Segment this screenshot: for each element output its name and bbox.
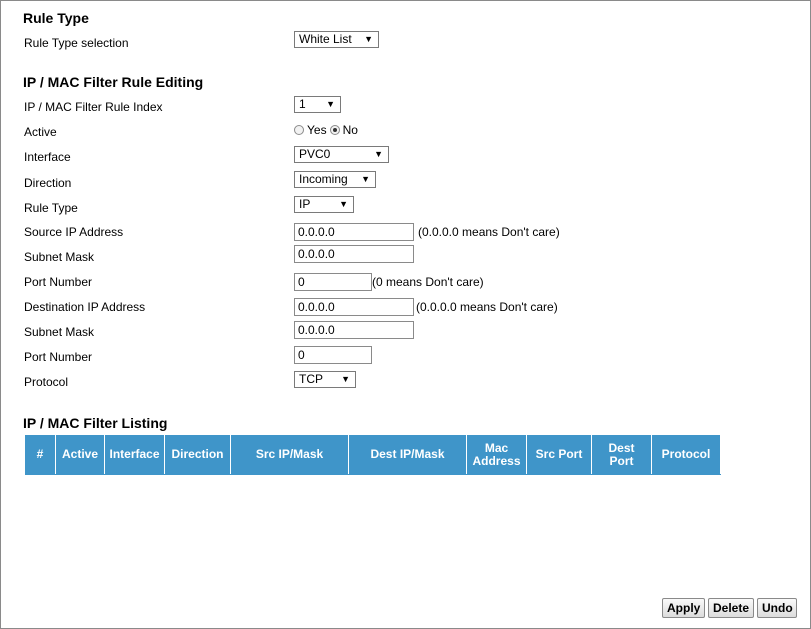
column-header-line2: Port — [609, 453, 634, 468]
interface-dropdown[interactable]: PVC0 ▼ — [294, 146, 389, 163]
column-header-line1: Dest — [608, 440, 635, 455]
active-yes-label: Yes — [307, 123, 327, 137]
column-header-line1: # — [36, 447, 44, 461]
source-subnet-mask-input[interactable] — [294, 245, 414, 263]
column-header-line1: Active — [61, 447, 99, 461]
destination-port-label: Port Number — [24, 350, 93, 364]
active-yes-radio[interactable] — [294, 125, 304, 135]
column-header-line1: Dest IP/Mask — [370, 447, 445, 461]
source-ip-input[interactable] — [294, 223, 414, 241]
destination-ip-input[interactable] — [294, 298, 414, 316]
column-header-line1: Mac — [484, 440, 509, 455]
column-header: Interface — [104, 435, 165, 474]
protocol-label: Protocol — [24, 375, 69, 389]
rule-type-dropdown[interactable]: IP ▼ — [294, 196, 354, 213]
undo-button[interactable]: Undo — [757, 598, 797, 618]
filter-listing-title: IP / MAC Filter Listing — [23, 415, 168, 431]
delete-button[interactable]: Delete — [708, 598, 754, 618]
active-no-radio[interactable] — [329, 125, 340, 135]
chevron-down-icon: ▼ — [326, 99, 335, 109]
column-header: Dest Port — [591, 435, 652, 474]
column-header: Src Port — [526, 435, 592, 474]
column-header-line1: Interface — [109, 447, 160, 461]
protocol-value: TCP — [299, 372, 323, 386]
rule-type-selection-dropdown[interactable]: White List ▼ — [294, 31, 379, 48]
column-header: Src IP/Mask — [230, 435, 349, 474]
interface-label: Interface — [24, 150, 71, 164]
rule-editing-title: IP / MAC Filter Rule Editing — [23, 74, 204, 90]
column-header: Active — [55, 435, 105, 474]
source-port-hint: (0 means Don't care) — [372, 275, 484, 289]
chevron-down-icon: ▼ — [364, 34, 373, 44]
destination-port-input[interactable] — [294, 346, 372, 364]
source-port-input[interactable] — [294, 273, 372, 291]
column-header-line1: Src IP/Mask — [255, 447, 324, 461]
source-ip-hint: (0.0.0.0 means Don't care) — [418, 225, 560, 239]
protocol-dropdown[interactable]: TCP ▼ — [294, 371, 356, 388]
rule-index-value: 1 — [299, 97, 306, 111]
page-frame: Rule Type Rule Type selection White List… — [0, 0, 811, 629]
source-subnet-mask-label: Subnet Mask — [24, 250, 95, 264]
apply-button[interactable]: Apply — [662, 598, 705, 618]
column-header: Protocol — [651, 435, 721, 474]
rule-type-selection-label: Rule Type selection — [24, 36, 129, 50]
rule-index-dropdown[interactable]: 1 ▼ — [294, 96, 341, 113]
destination-ip-hint: (0.0.0.0 means Don't care) — [416, 300, 558, 314]
direction-dropdown[interactable]: Incoming ▼ — [294, 171, 376, 188]
rule-type-value: IP — [299, 197, 311, 211]
chevron-down-icon: ▼ — [374, 149, 383, 159]
rule-index-label: IP / MAC Filter Rule Index — [24, 100, 163, 114]
destination-ip-label: Destination IP Address — [24, 300, 146, 314]
rule-type-title: Rule Type — [23, 10, 89, 26]
column-header: # — [25, 435, 56, 474]
column-header: Dest IP/Mask — [348, 435, 467, 474]
table-bottom-border — [25, 474, 721, 475]
column-header-line1: Protocol — [661, 447, 711, 461]
filter-listing-table: # Active Interface Direction Src IP/Mask… — [25, 435, 721, 474]
direction-label: Direction — [24, 176, 72, 190]
interface-value: PVC0 — [299, 147, 331, 161]
destination-subnet-mask-input[interactable] — [294, 321, 414, 339]
active-label: Active — [24, 125, 57, 139]
destination-subnet-mask-label: Subnet Mask — [24, 325, 95, 339]
active-radio-group: Yes No — [294, 123, 358, 137]
column-header: Direction — [164, 435, 231, 474]
source-ip-label: Source IP Address — [24, 225, 124, 239]
chevron-down-icon: ▼ — [341, 374, 350, 384]
table-header-row: # Active Interface Direction Src IP/Mask… — [25, 435, 721, 474]
column-header: Mac Address — [466, 435, 527, 474]
direction-value: Incoming — [299, 172, 348, 186]
column-header-line1: Direction — [171, 447, 224, 461]
source-port-label: Port Number — [24, 275, 93, 289]
chevron-down-icon: ▼ — [361, 174, 370, 184]
rule-type-selection-value: White List — [299, 32, 352, 46]
rule-type-label: Rule Type — [24, 201, 78, 215]
column-header-line1: Src Port — [535, 447, 583, 461]
column-header-line2: Address — [472, 453, 521, 468]
active-no-label: No — [342, 123, 358, 137]
chevron-down-icon: ▼ — [339, 199, 348, 209]
